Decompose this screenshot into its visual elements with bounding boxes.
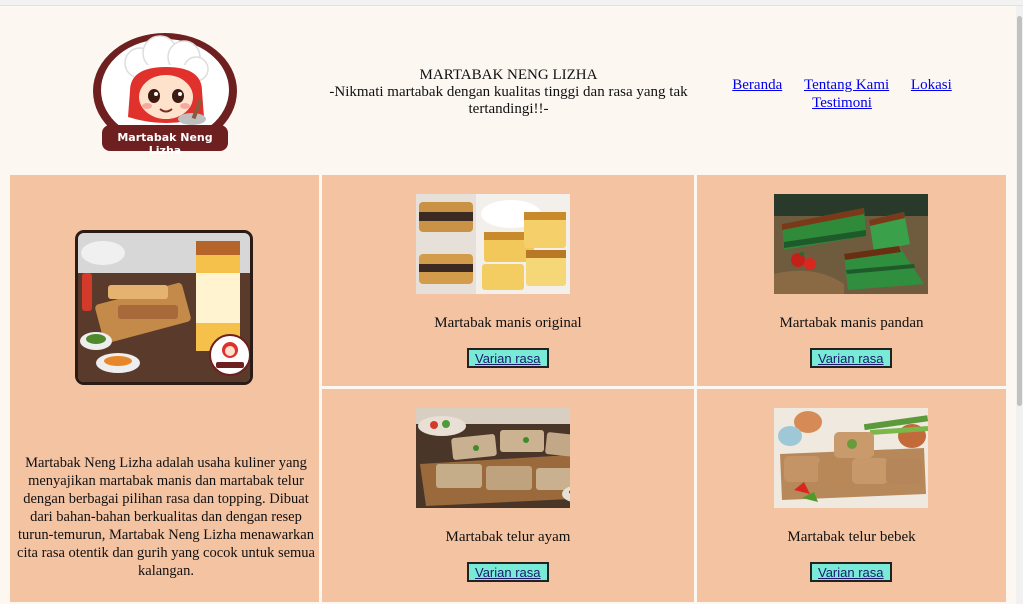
scrollbar-thumb[interactable] [1017,16,1022,406]
product-card: Martabak manis original Varian rasa [322,175,694,386]
varian-rasa-button[interactable]: Varian rasa [810,562,892,582]
main-nav: Beranda Tentang Kami Lokasi Testimoni [714,76,970,112]
product-card: Martabak telur ayam Varian rasa [322,389,694,602]
product-card: Martabak manis pandan Varian rasa [697,175,1006,386]
product-name: Martabak manis pandan [779,315,924,331]
about-description: Martabak Neng Lizha adalah usaha kuliner… [17,455,315,579]
product-name: Martabak telur ayam [445,529,571,545]
nav-link-lokasi[interactable]: Lokasi [911,77,952,93]
nav-link-testimoni[interactable]: Testimoni [812,95,872,111]
nav-link-tentang-kami[interactable]: Tentang Kami [804,77,889,93]
content-table: Martabak Neng Lizha adalah usaha kuliner… [8,173,1008,604]
product-image [774,194,928,294]
vertical-scrollbar[interactable] [1016,6,1023,604]
product-image [416,408,570,508]
about-photo [75,230,253,385]
varian-rasa-button[interactable]: Varian rasa [810,348,892,368]
product-card: Martabak telur bebek Varian rasa [697,389,1006,602]
product-image [416,194,570,294]
brand-logo[interactable]: Martabak Neng Lizha [92,33,238,157]
logo-text: Martabak Neng Lizha [117,131,213,157]
page: Martabak Neng Lizha MARTABAK NENG LIZHA … [0,6,1016,604]
product-image [774,408,928,508]
tagline: -Nikmati martabak dengan kualitas tinggi… [329,84,688,117]
varian-rasa-button[interactable]: Varian rasa [467,348,549,368]
brand-name: MARTABAK NENG LIZHA [419,67,598,83]
header-title-block: MARTABAK NENG LIZHA -Nikmati martabak de… [326,67,691,118]
about-cell: Martabak Neng Lizha adalah usaha kuliner… [10,175,319,602]
nav-link-beranda[interactable]: Beranda [732,77,782,93]
product-name: Martabak telur bebek [787,529,916,545]
product-name: Martabak manis original [434,315,582,331]
site-header: Martabak Neng Lizha MARTABAK NENG LIZHA … [0,6,1016,174]
varian-rasa-button[interactable]: Varian rasa [467,562,549,582]
